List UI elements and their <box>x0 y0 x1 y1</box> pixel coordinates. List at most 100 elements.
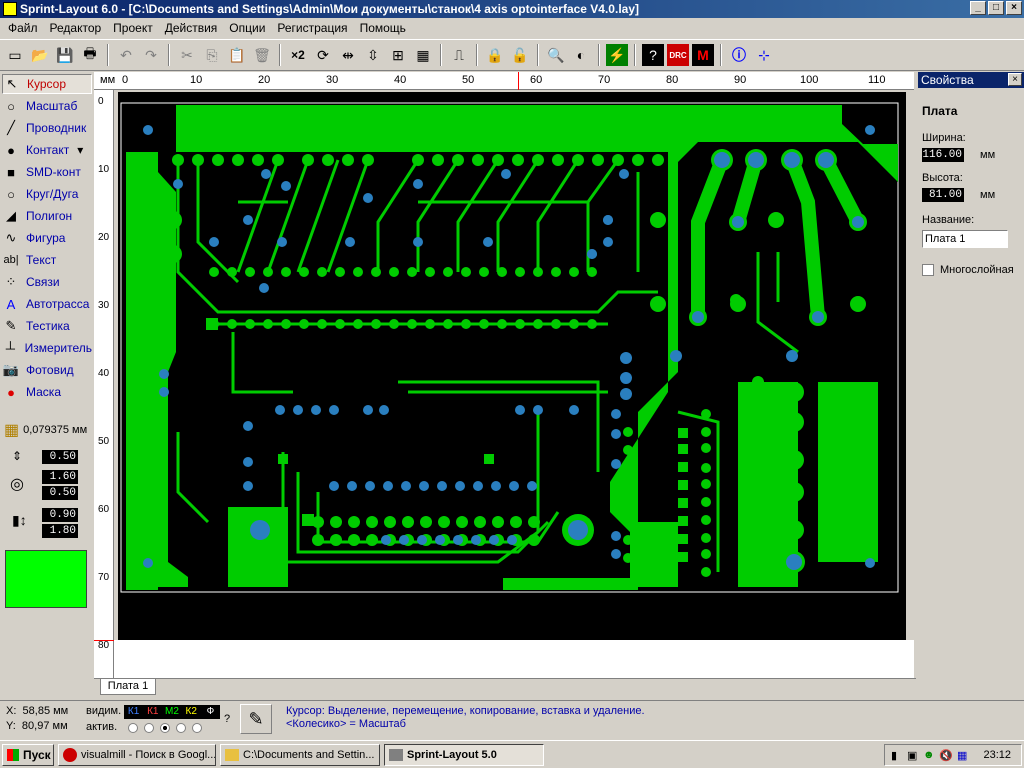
pad-inner-field[interactable]: 0.50 <box>42 486 78 500</box>
language-icon[interactable]: ▦ <box>957 749 967 762</box>
taskbar-item-sprint-layout[interactable]: Sprint-Layout 5.0 <box>384 744 544 766</box>
smd-width-field[interactable]: 0.90 <box>42 508 78 522</box>
copy-icon[interactable]: ⎘ <box>201 44 223 66</box>
width-unit: мм <box>980 149 996 161</box>
photoview-icon[interactable]: ? <box>642 44 664 66</box>
macro-icon[interactable]: M <box>692 44 714 66</box>
tool-photoview[interactable]: 📷 Фотовид <box>2 360 92 380</box>
fixed-icon[interactable]: ⎍ <box>448 44 470 66</box>
layer-k1[interactable]: К1 <box>143 705 162 719</box>
pcb-canvas[interactable] <box>118 92 906 640</box>
tool-autoroute[interactable]: A Автотрасса <box>2 294 92 314</box>
unlock-icon[interactable]: 🔓 <box>509 44 531 66</box>
pad-outer-field[interactable]: 1.60 <box>42 470 78 484</box>
tab-board-1[interactable]: Плата 1 <box>100 679 156 695</box>
tool-circle[interactable]: ○ Круг/Дуга <box>2 184 92 204</box>
radio-layer-1[interactable] <box>128 723 138 733</box>
layer-visibility[interactable]: К1 К1 М2 К2 Ф <box>124 705 220 719</box>
multilayer-checkbox[interactable]: Многослойная <box>922 264 1014 276</box>
track-width-field[interactable]: 0.50 <box>42 450 78 464</box>
mirror-h-icon[interactable]: ⇹ <box>337 44 359 66</box>
delete-icon[interactable]: 🗑 <box>251 44 273 66</box>
tool-smd[interactable]: ■ SMD-конт <box>2 162 92 182</box>
menu-registration[interactable]: Регистрация <box>271 21 353 35</box>
ruler-tick: 30 <box>326 74 339 86</box>
active-layer-color[interactable] <box>5 550 87 608</box>
new-icon[interactable]: ▭ <box>4 44 26 66</box>
open-icon[interactable]: 📂 <box>29 44 51 66</box>
menu-edit[interactable]: Редактор <box>44 21 108 35</box>
smd-height-field[interactable]: 1.80 <box>42 524 78 538</box>
menu-actions[interactable]: Действия <box>159 21 224 35</box>
tool-connections[interactable]: ⁘ Связи <box>2 272 92 292</box>
menu-file[interactable]: Файл <box>2 21 44 35</box>
autoroute-icon[interactable]: ⚡ <box>606 44 628 66</box>
opera-icon <box>63 748 77 762</box>
redo-icon[interactable]: ↷ <box>140 44 162 66</box>
tool-mask[interactable]: ● Маска <box>2 382 92 402</box>
display-icon[interactable]: ▣ <box>907 749 917 762</box>
radio-layer-4[interactable] <box>176 723 186 733</box>
ruler-tick: 50 <box>462 74 475 86</box>
radio-layer-5[interactable] <box>192 723 202 733</box>
undo-icon[interactable]: ↶ <box>115 44 137 66</box>
tool-polygon[interactable]: ◢ Полигон <box>2 206 92 226</box>
network-icon[interactable]: ▮ <box>891 749 897 762</box>
drc-icon[interactable]: DRC <box>667 44 689 66</box>
taskbar-item-explorer[interactable]: C:\Documents and Settin... <box>220 744 380 766</box>
layer-k1-top[interactable]: К1 <box>124 705 143 719</box>
zoom-icon[interactable]: 🔍 <box>545 44 567 66</box>
tool-test[interactable]: ✎ Тестика <box>2 316 92 336</box>
antivirus-icon[interactable]: ☻ <box>923 749 935 761</box>
menu-help[interactable]: Помощь <box>354 21 412 35</box>
grid-setting[interactable]: ▦ 0,079375 мм <box>4 420 87 440</box>
mask-icon: ● <box>7 384 15 400</box>
tool-pad[interactable]: ● Контакт ▾ <box>2 140 92 160</box>
menu-options[interactable]: Опции <box>223 21 271 35</box>
tool-track[interactable]: ╱ Проводник <box>2 118 92 138</box>
properties-close-button[interactable]: × <box>1008 73 1022 86</box>
print-icon[interactable]: 🖶 <box>79 44 101 66</box>
menu-project[interactable]: Проект <box>107 21 159 35</box>
layer-m2[interactable]: М2 <box>162 705 181 719</box>
group-icon[interactable]: ▦ <box>412 44 434 66</box>
contrast-icon[interactable]: ◐ <box>570 44 592 66</box>
net-icon[interactable]: ⊹ <box>753 44 775 66</box>
tool-cursor[interactable]: ↖ Курсор <box>2 74 92 94</box>
tool-text[interactable]: ab| Текст <box>2 250 92 270</box>
layer-k2[interactable]: К2 <box>182 705 201 719</box>
ruler-tick: 20 <box>258 74 271 86</box>
ruler-unit: мм <box>100 74 116 86</box>
minimize-button[interactable]: _ <box>970 1 986 15</box>
rotate-icon[interactable]: ⟳ <box>312 44 334 66</box>
taskbar-item-browser[interactable]: visualmill - Поиск в Googl... <box>58 744 216 766</box>
maximize-button[interactable]: □ <box>988 1 1004 15</box>
duplicate-x2-button[interactable]: ×2 <box>287 44 309 66</box>
mirror-v-icon[interactable]: ⇳ <box>362 44 384 66</box>
layers-help[interactable]: ? <box>224 713 230 725</box>
tool-measure[interactable]: ┴ Измеритель <box>2 338 92 358</box>
info-icon[interactable]: ⓘ <box>728 44 750 66</box>
align-icon[interactable]: ⊞ <box>387 44 409 66</box>
ruler-tick: 80 <box>666 74 679 86</box>
ruler-tick: 90 <box>734 74 747 86</box>
multilayer-checkbox-box[interactable] <box>922 264 934 276</box>
paste-icon[interactable]: 📋 <box>226 44 248 66</box>
save-icon[interactable]: 💾 <box>54 44 76 66</box>
start-button[interactable]: Пуск <box>2 744 54 766</box>
board-name-field[interactable]: Плата 1 <box>922 230 1008 248</box>
layer-f[interactable]: Ф <box>201 705 220 719</box>
volume-icon[interactable]: 🔇 <box>939 749 953 762</box>
measure-icon: ┴ <box>5 340 15 356</box>
radio-layer-2[interactable] <box>144 723 154 733</box>
board-width-field[interactable]: 116.00 <box>922 148 964 162</box>
tool-zoom[interactable]: ○ Масштаб <box>2 96 92 116</box>
radio-layer-3[interactable] <box>160 723 170 733</box>
app-icon <box>3 2 17 16</box>
system-tray: ▮ ▣ ☻ 🔇 ▦ 23:12 <box>884 744 1022 766</box>
tool-shape[interactable]: ∿ Фигура <box>2 228 92 248</box>
cut-icon[interactable]: ✂ <box>176 44 198 66</box>
close-button[interactable]: × <box>1006 1 1022 15</box>
board-height-field[interactable]: 81.00 <box>922 188 964 202</box>
lock-icon[interactable]: 🔒 <box>484 44 506 66</box>
